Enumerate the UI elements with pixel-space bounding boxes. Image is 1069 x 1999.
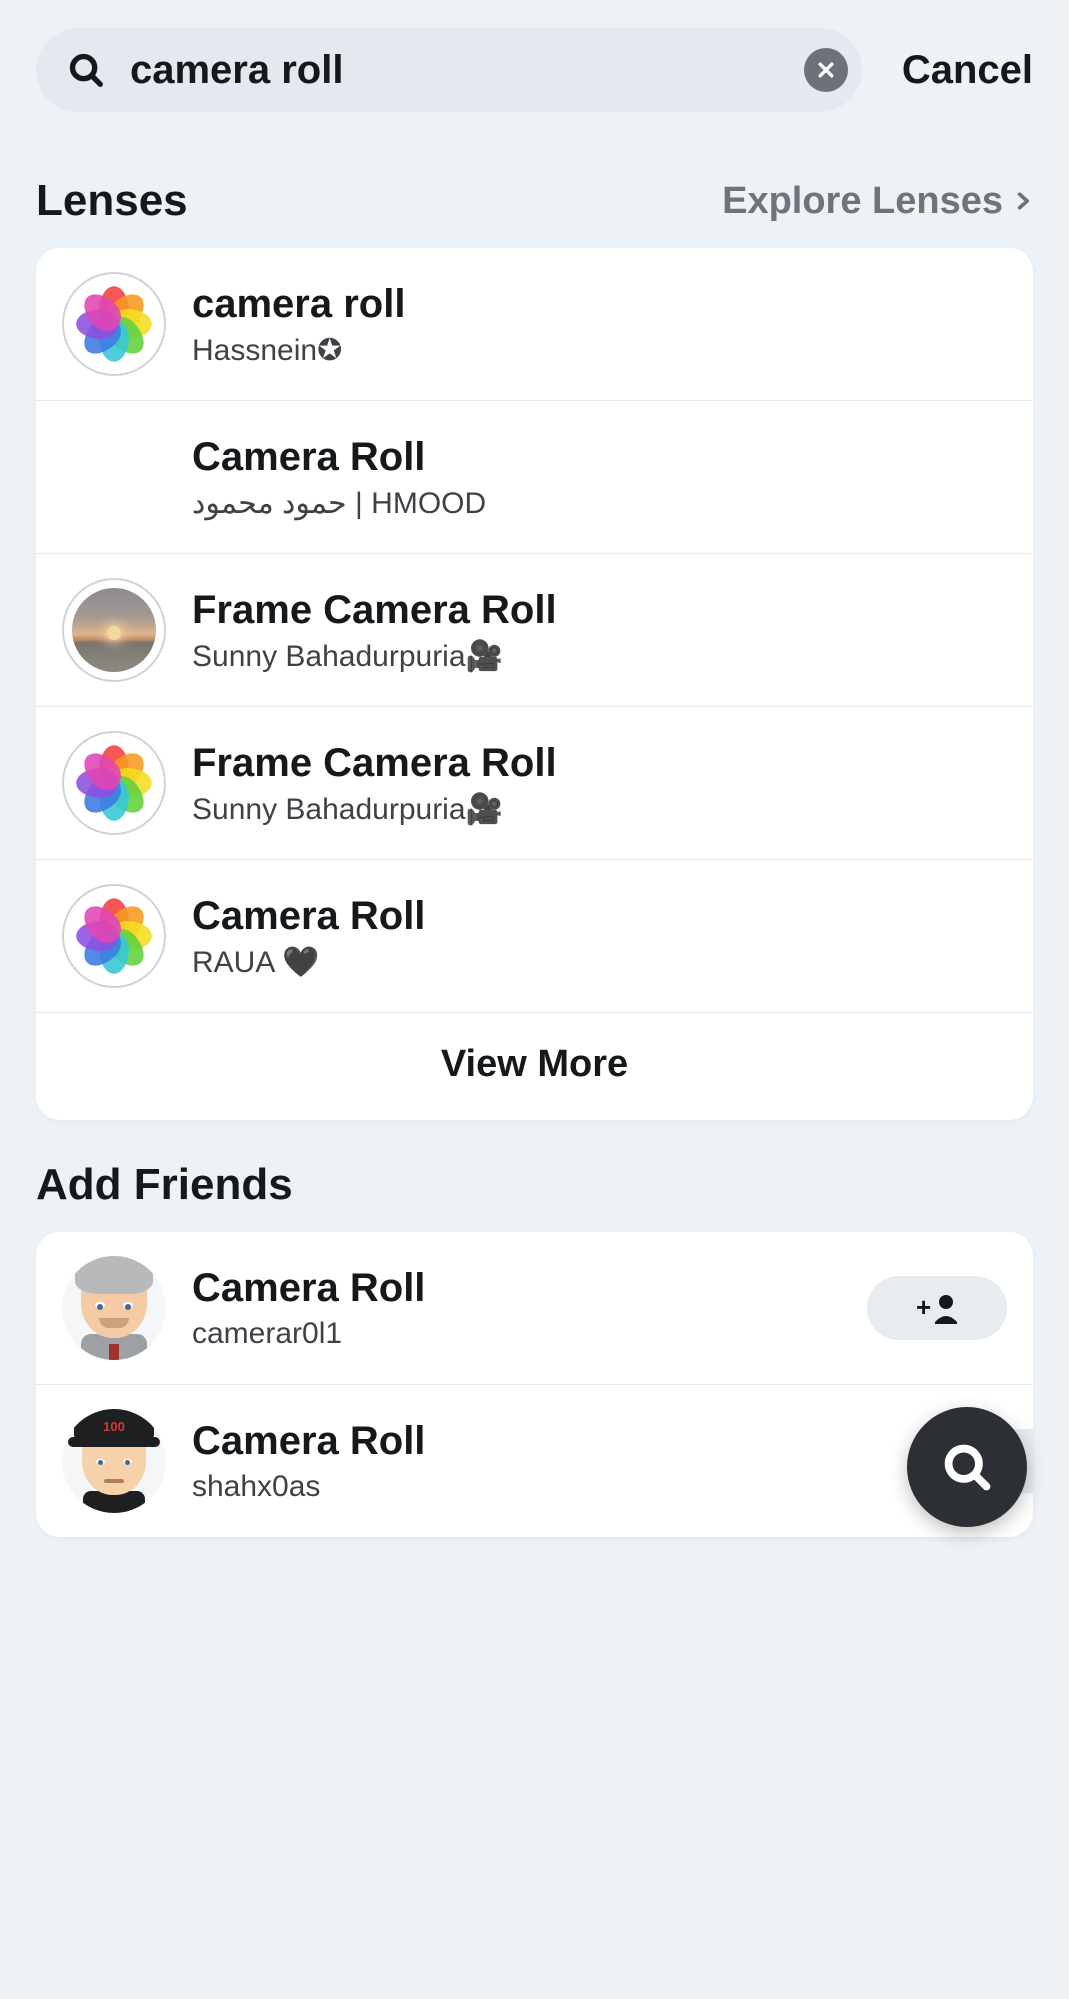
sunset-thumb — [72, 588, 156, 672]
friend-avatar: 100 — [62, 1409, 166, 1513]
lens-item[interactable]: Camera Roll RAUA 🖤 — [36, 860, 1033, 1013]
lens-title: Frame Camera Roll — [192, 587, 1007, 633]
friend-display-name: Camera Roll — [192, 1265, 841, 1311]
friend-item[interactable]: Camera Roll camerar0l1 + — [36, 1232, 1033, 1385]
friends-header: Add Friends — [36, 1120, 1033, 1232]
photos-flower-icon — [74, 743, 154, 823]
lens-title: Camera Roll — [192, 893, 1007, 939]
lenses-header: Lenses Explore Lenses — [36, 136, 1033, 248]
search-query-text[interactable]: camera roll — [108, 48, 804, 93]
lens-thumbnail — [62, 884, 166, 988]
lens-thumbnail — [62, 578, 166, 682]
photos-flower-icon — [74, 284, 154, 364]
lens-author: Hassnein✪ — [192, 333, 1007, 368]
lens-title: Frame Camera Roll — [192, 740, 1007, 786]
lens-item[interactable]: camera roll Hassnein✪ — [36, 248, 1033, 401]
top-bar: camera roll Cancel — [0, 0, 1069, 136]
lens-author: Sunny Bahadurpuria🎥 — [192, 639, 1007, 674]
explore-lenses-link[interactable]: Explore Lenses — [722, 180, 1033, 223]
lens-item[interactable]: Camera Roll حمود محمود | HMOOD — [36, 401, 1033, 554]
lens-title: Camera Roll — [192, 434, 1007, 480]
friends-title: Add Friends — [36, 1160, 293, 1210]
lens-item[interactable]: Frame Camera Roll Sunny Bahadurpuria🎥 — [36, 554, 1033, 707]
lens-item[interactable]: Frame Camera Roll Sunny Bahadurpuria🎥 — [36, 707, 1033, 860]
search-icon — [941, 1441, 993, 1493]
search-icon — [64, 48, 108, 92]
add-friend-icon: + — [916, 1292, 958, 1324]
lens-author: RAUA 🖤 — [192, 945, 1007, 980]
search-fab[interactable] — [907, 1407, 1027, 1527]
add-friend-button[interactable]: + — [867, 1276, 1007, 1340]
lens-thumbnail — [62, 731, 166, 835]
chevron-right-icon — [1013, 187, 1033, 215]
friend-username: camerar0l1 — [192, 1317, 841, 1351]
explore-lenses-label: Explore Lenses — [722, 180, 1003, 223]
view-more-button[interactable]: View More — [36, 1013, 1033, 1120]
lens-author: Sunny Bahadurpuria🎥 — [192, 792, 1007, 827]
lenses-list: camera roll Hassnein✪ Camera Roll حمود م… — [36, 248, 1033, 1120]
lens-thumbnail — [62, 272, 166, 376]
search-field[interactable]: camera roll — [36, 28, 862, 112]
friend-item[interactable]: 100 Camera Roll shahx0as — [36, 1385, 1033, 1537]
lens-title: camera roll — [192, 281, 1007, 327]
lenses-title: Lenses — [36, 176, 188, 226]
close-icon — [816, 60, 836, 80]
lens-author: حمود محمود | HMOOD — [192, 486, 1007, 521]
friends-list: Camera Roll camerar0l1 + — [36, 1232, 1033, 1537]
clear-search-button[interactable] — [804, 48, 848, 92]
bitmoji-avatar: 100 — [62, 1409, 166, 1513]
friend-avatar — [62, 1256, 166, 1360]
lenses-section: Lenses Explore Lenses — [0, 136, 1069, 1120]
friend-username: shahx0as — [192, 1470, 943, 1504]
friend-display-name: Camera Roll — [192, 1418, 943, 1464]
svg-text:+: + — [916, 1292, 931, 1322]
lens-thumbnail — [62, 425, 166, 529]
photos-flower-icon — [74, 896, 154, 976]
cancel-button[interactable]: Cancel — [902, 48, 1033, 93]
bitmoji-avatar — [62, 1256, 166, 1360]
